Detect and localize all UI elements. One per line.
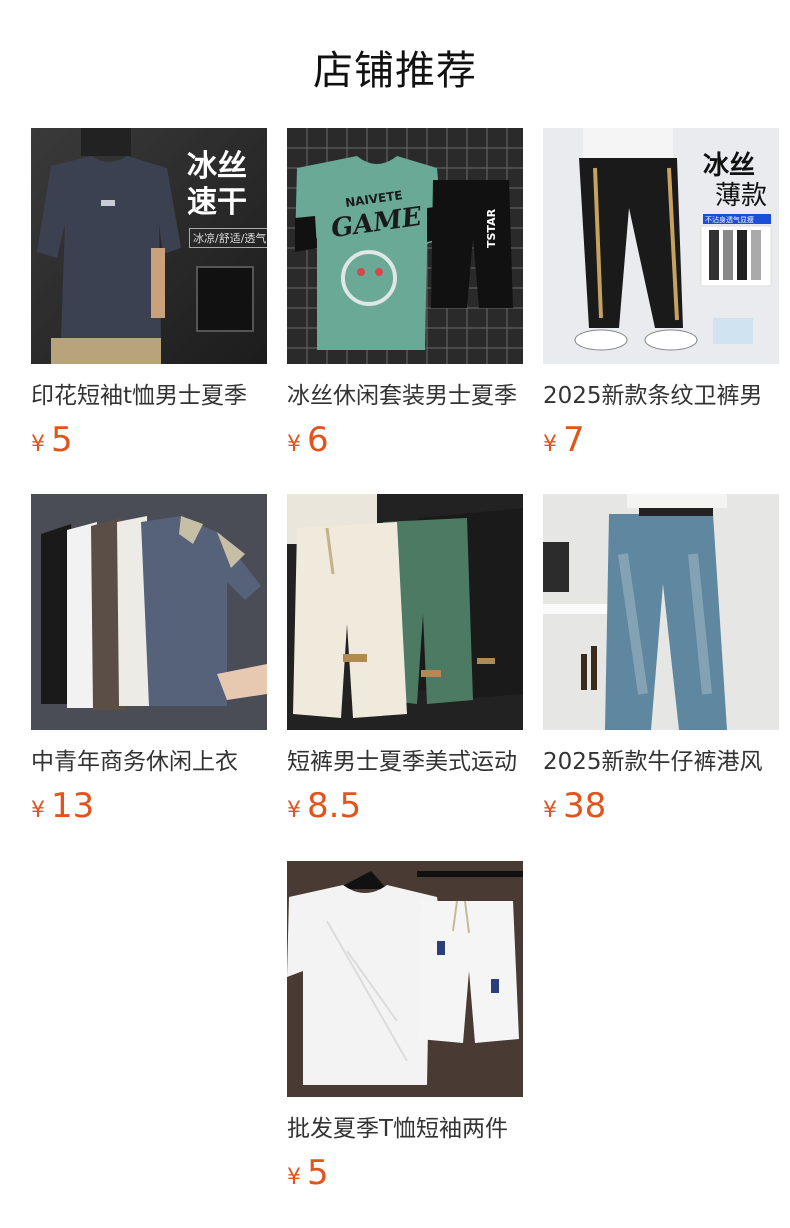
product-image[interactable]: NAIVETE GAME TSTAR <box>287 128 523 364</box>
print-text: TSTAR <box>485 208 498 248</box>
price-value: 8.5 <box>307 786 362 826</box>
currency-symbol: ¥ <box>287 1165 301 1190</box>
currency-symbol: ¥ <box>287 432 301 457</box>
product-price: ¥6 <box>287 420 523 460</box>
image-subtext: 冰凉/舒适/透气 <box>189 228 267 248</box>
product-image[interactable] <box>543 494 779 730</box>
currency-symbol: ¥ <box>31 798 45 823</box>
fabric-detail <box>196 266 254 332</box>
currency-symbol: ¥ <box>31 432 45 457</box>
product-image[interactable]: 冰丝 速干 冰凉/舒适/透气 <box>31 128 267 364</box>
product-image[interactable] <box>31 494 267 730</box>
product-name[interactable]: 中青年商务休闲上衣 <box>31 748 267 776</box>
product-card[interactable]: 批发夏季T恤短袖两件 ¥5 <box>287 861 523 1193</box>
currency-symbol: ¥ <box>543 798 557 823</box>
product-price: ¥13 <box>31 786 267 826</box>
price-value: 7 <box>563 420 585 460</box>
product-price: ¥5 <box>31 420 267 460</box>
product-card[interactable]: 冰丝 薄款 不沾身透气显瘦 2025新款条纹卫裤男 ¥7 <box>543 128 779 460</box>
price-value: 5 <box>307 1153 329 1193</box>
product-name[interactable]: 短裤男士夏季美式运动 <box>287 748 523 776</box>
product-card[interactable]: 冰丝 速干 冰凉/舒适/透气 印花短袖t恤男士夏季 ¥5 <box>31 128 267 460</box>
product-name[interactable]: 2025新款牛仔裤港风 <box>543 748 779 776</box>
currency-symbol: ¥ <box>543 432 557 457</box>
product-card[interactable]: 2025新款牛仔裤港风 ¥38 <box>543 494 779 826</box>
price-value: 38 <box>563 786 607 826</box>
image-subtext: 不沾身透气显瘦 <box>705 216 754 224</box>
product-name[interactable]: 冰丝休闲套装男士夏季 <box>287 382 523 410</box>
product-price: ¥38 <box>543 786 779 826</box>
product-name[interactable]: 2025新款条纹卫裤男 <box>543 382 779 410</box>
price-value: 13 <box>51 786 95 826</box>
product-card[interactable]: NAIVETE GAME TSTAR 冰丝休闲套装男士夏季 ¥6 <box>287 128 523 460</box>
page-title: 店铺推荐 <box>313 48 477 94</box>
product-card[interactable]: 短裤男士夏季美式运动 ¥8.5 <box>287 494 523 826</box>
product-price: ¥8.5 <box>287 786 523 826</box>
image-headline: 薄款 <box>715 180 768 210</box>
product-name[interactable]: 印花短袖t恤男士夏季 <box>31 382 267 410</box>
product-price: ¥5 <box>287 1153 523 1193</box>
image-headline: 速干 <box>187 186 247 219</box>
product-image[interactable]: 冰丝 薄款 不沾身透气显瘦 <box>543 128 779 364</box>
currency-symbol: ¥ <box>287 798 301 823</box>
image-headline: 冰丝 <box>187 150 247 183</box>
product-image[interactable] <box>287 861 523 1097</box>
price-value: 5 <box>51 420 73 460</box>
price-value: 6 <box>307 420 329 460</box>
product-price: ¥7 <box>543 420 779 460</box>
image-headline: 冰丝 <box>703 150 756 180</box>
product-name[interactable]: 批发夏季T恤短袖两件 <box>287 1115 523 1143</box>
product-card[interactable]: 中青年商务休闲上衣 ¥13 <box>31 494 267 826</box>
product-image[interactable] <box>287 494 523 730</box>
